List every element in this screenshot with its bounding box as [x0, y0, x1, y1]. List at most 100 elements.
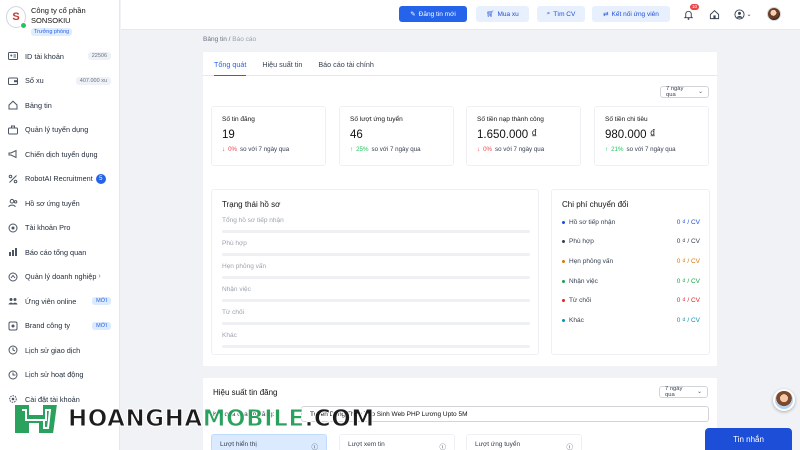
- metric-label: Lượt xem tin: [348, 441, 385, 448]
- user-icon: [734, 8, 746, 20]
- company-name-line1: Công ty cổ phần: [31, 6, 86, 15]
- stat-change-percent: 21%: [611, 146, 624, 153]
- link-icon: ⇄: [603, 11, 609, 18]
- stat-value: 980.000 ₫: [605, 129, 656, 141]
- stat-change: ↓ 0% so với 7 ngày qua: [477, 146, 570, 153]
- post-performance-title: Hiệu suất tin đăng: [213, 388, 278, 397]
- notification-bell[interactable]: 10: [682, 4, 699, 20]
- post-job-label: Đăng tin mới: [418, 10, 456, 18]
- cart-icon: 🛒︎: [486, 11, 495, 18]
- sidebar-item-brand[interactable]: Brand công ty MỚI: [0, 314, 119, 339]
- breadcrumb: Bảng tin / Báo cáo: [203, 36, 256, 43]
- sidebar-item-applications[interactable]: Hồ sơ ứng tuyển: [0, 191, 119, 216]
- edit-icon: ✎: [410, 11, 416, 18]
- sidebar-item-robotai[interactable]: RobotAI Recruitment 5: [0, 167, 119, 192]
- performance-period-select[interactable]: 7 ngày qua ⌄: [659, 386, 708, 398]
- breadcrumb-separator: /: [228, 36, 231, 43]
- stat-change: ↓ 0% so với 7 ngày qua: [222, 146, 315, 153]
- sidebar-item-campaigns[interactable]: Chiến dịch tuyển dụng: [0, 142, 119, 167]
- cost-row: Khác 0 ₫ / CV: [562, 317, 700, 324]
- profile-avatar[interactable]: [767, 7, 781, 21]
- status-row-label: Khác: [222, 332, 237, 339]
- stat-compare-text: so với 7 ngày qua: [240, 146, 290, 153]
- logo-letter: S: [12, 11, 20, 23]
- sidebar-item-coins[interactable]: Số xu 407.000 xu: [0, 69, 119, 94]
- stat-change: ↑ 25% so với 7 ngày qua: [350, 146, 443, 153]
- stat-compare-text: so với 7 ngày qua: [495, 146, 545, 153]
- percent-icon: [8, 174, 18, 184]
- status-row-label: Tổng hồ sơ tiếp nhận: [222, 217, 284, 224]
- tab-overview[interactable]: Tổng quát: [214, 52, 247, 77]
- metric-applications[interactable]: Lượt ứng tuyển ⓘ: [466, 434, 582, 450]
- user-menu[interactable]: ⌄: [733, 8, 753, 20]
- support-avatar[interactable]: [773, 389, 795, 411]
- cost-row-label: Khác: [569, 317, 584, 324]
- stat-title: Số tiền nạp thành công: [477, 116, 544, 123]
- sidebar-item-transactions[interactable]: Lịch sử giao dịch: [0, 338, 119, 363]
- post-job-button[interactable]: ✎ Đăng tin mới: [399, 6, 467, 22]
- sidebar-item-label: Brand công ty: [25, 321, 71, 331]
- chevron-down-icon: ⌄: [697, 389, 702, 395]
- verified-icon: [20, 22, 27, 29]
- profile-status-title: Trạng thái hồ sơ: [222, 200, 281, 209]
- buy-coins-label: Mua xu: [497, 10, 519, 18]
- sidebar-item-activity[interactable]: Lịch sử hoạt động: [0, 363, 119, 388]
- cost-row: Hẹn phỏng vấn 0 ₫ / CV: [562, 258, 700, 265]
- breadcrumb-root[interactable]: Bảng tin: [203, 36, 227, 43]
- arrow-up-icon: ↑: [605, 146, 609, 153]
- stat-card-spending: Số tiền chi tiêu 980.000 ₫ ↑ 21% so với …: [594, 106, 709, 166]
- history-icon: [8, 345, 18, 355]
- cost-row-label: Phù hợp: [569, 238, 594, 245]
- arrow-down-icon: ↓: [477, 146, 481, 153]
- topbar: ✎ Đăng tin mới 🛒︎ Mua xu ⌕ Tìm CV ⇄ Kết …: [121, 0, 800, 30]
- buy-coins-button[interactable]: 🛒︎ Mua xu: [476, 6, 529, 22]
- conversion-cost-card: Chi phí chuyển đổi Hồ sơ tiếp nhận 0 ₫ / …: [551, 189, 710, 355]
- connect-candidates-button[interactable]: ⇄ Kết nối ứng viên: [592, 6, 670, 22]
- metric-label: Lượt ứng tuyển: [475, 441, 521, 448]
- chevron-right-icon: ›: [98, 273, 101, 281]
- home-icon: [709, 9, 719, 19]
- tab-post-performance[interactable]: Hiệu suất tin: [262, 52, 302, 76]
- coin-balance-pill: 407.000 xu: [75, 76, 111, 85]
- stat-value: 1.650.000 ₫: [477, 129, 538, 141]
- dot-icon: [562, 259, 565, 263]
- status-bar: [222, 345, 530, 348]
- chevron-down-icon: ⌄: [746, 11, 752, 18]
- status-bar: [222, 230, 530, 233]
- cost-row-value: 0 ₫ / CV: [676, 238, 700, 245]
- sidebar-item-overview-report[interactable]: Báo cáo tổng quan: [0, 240, 119, 265]
- sidebar-item-account-id[interactable]: ID tài khoản 22506: [0, 44, 119, 69]
- robotai-count-badge: 5: [95, 173, 106, 184]
- sidebar-item-recruitment[interactable]: Quản lý tuyển dụng: [0, 118, 119, 143]
- status-bar: [222, 253, 530, 256]
- stat-value: 46: [350, 129, 363, 141]
- company-name-line2: SONSOKIU: [31, 16, 71, 25]
- find-cv-button[interactable]: ⌕ Tìm CV: [537, 6, 585, 22]
- cost-row-value: 0 ₫ / CV: [676, 258, 700, 265]
- sidebar-item-dashboard[interactable]: Bảng tin: [0, 93, 119, 118]
- period-select-value: 7 ngày qua: [666, 86, 684, 98]
- tab-financial-report[interactable]: Báo cáo tài chính: [318, 52, 374, 76]
- period-select[interactable]: 7 ngày qua ⌄: [660, 86, 709, 98]
- messages-button[interactable]: Tin nhắn: [705, 428, 792, 450]
- info-icon: ⓘ: [439, 444, 447, 450]
- sidebar-item-label: Ứng viên online: [25, 296, 77, 306]
- sidebar-item-pro-account[interactable]: Tài khoản Pro: [0, 216, 119, 241]
- bell-icon: [683, 10, 693, 20]
- watermark-logo: [13, 403, 60, 435]
- sidebar-item-label: RobotAI Recruitment: [25, 174, 93, 184]
- cost-row-value: 0 ₫ / CV: [676, 219, 700, 226]
- stat-change-percent: 0%: [483, 146, 493, 153]
- home-button[interactable]: [708, 8, 720, 20]
- sidebar-item-online-candidates[interactable]: Ứng viên online MỚI: [0, 289, 119, 314]
- building-icon: [8, 272, 18, 282]
- watermark-part2: MOBILE: [202, 406, 305, 433]
- new-badge: MỚI: [92, 321, 111, 330]
- cost-row: Phù hợp 0 ₫ / CV: [562, 238, 700, 245]
- sidebar-nav: ID tài khoản 22506 Số xu 407.000 xu Bảng…: [0, 44, 119, 412]
- sidebar-item-business[interactable]: Quản lý doanh nghiệp ›: [0, 265, 119, 290]
- company-brand[interactable]: S Công ty cổ phần SONSOKIU Trưởng phòng: [0, 0, 119, 44]
- cost-row-value: 0 ₫ / CV: [676, 297, 700, 304]
- home-icon: [8, 100, 18, 110]
- sidebar-item-label: Lịch sử giao dịch: [25, 345, 81, 355]
